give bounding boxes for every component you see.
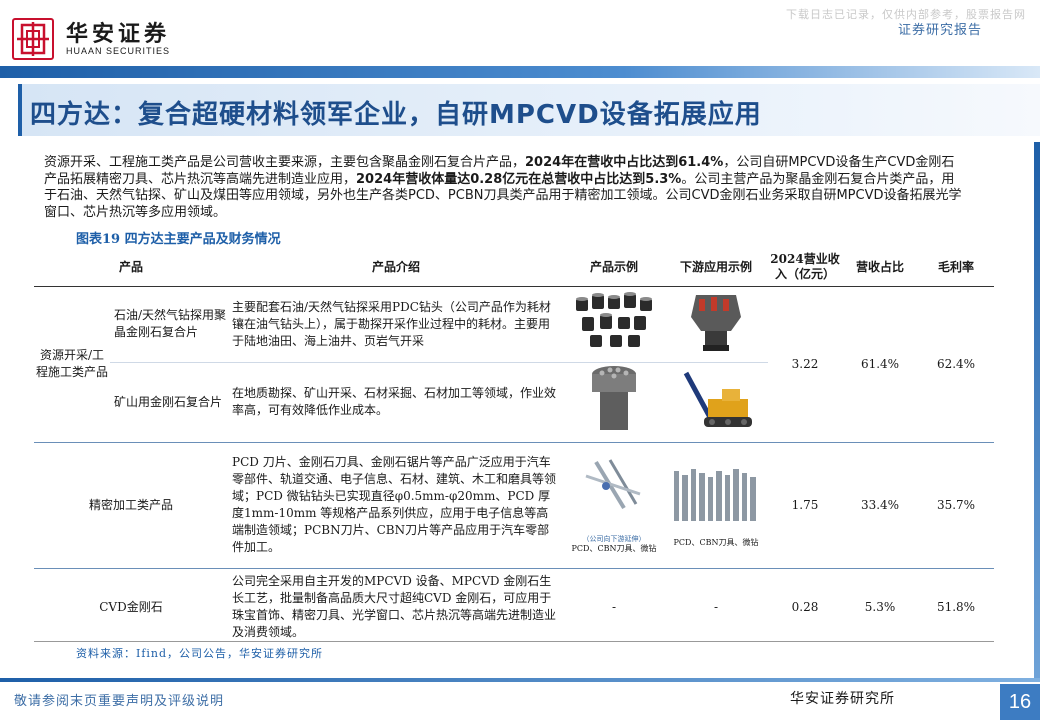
product-image-mining-bit: [564, 362, 664, 443]
pcd-tools-icon: [585, 459, 641, 510]
table-bottom-rule: [34, 641, 994, 642]
share-cell: 5.3%: [864, 599, 896, 614]
summary-paragraph: 资源开采、工程施工类产品是公司营收主要来源，主要包含聚晶金刚石复合片产品，202…: [44, 155, 964, 221]
drill-rig-icon: [683, 371, 752, 427]
revenue-cell: 1.75: [768, 442, 842, 569]
page-number: 16: [1000, 684, 1040, 720]
header-downstream: 下游应用示例: [664, 248, 768, 287]
margin-cell: 35.7%: [918, 442, 994, 569]
mining-bit-icon: [592, 365, 636, 430]
intro-cell: 主要配套石油/天然气钻探采用PDC钻头（公司产品作为耗材镶在油气钻头上），属于勘…: [228, 286, 564, 363]
table-header-row: 产品 产品介绍 产品示例 下游应用示例 2024营业收入（亿元） 营收占比 毛利…: [34, 248, 994, 287]
product-image-pcd-tools: （公司向下游延伸） PCD、CBN刀具、微钻: [564, 442, 664, 569]
share-cell: 33.4%: [842, 442, 918, 569]
page-title: 四方达：复合超硬材料领军企业，自研MPCVD设备拓展应用: [30, 100, 762, 130]
para-text-2: ，公司自研: [723, 155, 789, 170]
product-image-pdc: [564, 286, 664, 363]
subcategory-cell: 石油/天然气钻探用聚晶金刚石复合片: [110, 286, 228, 363]
downstream-image-cnc-tools: PCD、CBN刀具、微钻: [664, 442, 768, 569]
downstream-image-caption: PCD、CBN刀具、微钻: [673, 537, 759, 547]
logo-mark-icon: [17, 22, 49, 56]
para-text-1: 资源开采、工程施工类产品是公司营收主要来源，主要包含聚晶金刚石复合片产品，: [44, 155, 526, 170]
para-highlight-2: 2024年营收体量达0.28亿元在总营收中占比达到5.3%: [356, 171, 682, 187]
header-share: 营收占比: [842, 248, 918, 287]
revenue-cell: 3.22: [768, 286, 842, 443]
downstream-image-drill-rig: [664, 362, 768, 443]
header-margin: 毛利率: [918, 248, 994, 287]
brand-name-cn: 华安证券: [66, 21, 171, 47]
disclaimer-link[interactable]: 敬请参阅末页重要声明及评级说明: [14, 690, 224, 709]
header-intro: 产品介绍: [228, 248, 564, 287]
product-image-caption-1: （公司向下游延伸）: [582, 535, 646, 543]
pdc-cutters-icon: [576, 291, 652, 347]
header-example: 产品示例: [564, 248, 664, 287]
subcategory-cell: 矿山用金刚石复合片: [110, 362, 228, 443]
drill-bit-icon: [691, 294, 741, 351]
share-cell: 61.4%: [842, 286, 918, 443]
cnc-tools-icon: [674, 468, 756, 521]
header-product: 产品: [34, 248, 228, 287]
table-row: 资源开采/工程施工类产品 石油/天然气钻探用聚晶金刚石复合片 主要配套石油/天然…: [34, 286, 994, 443]
intro-cell: 在地质勘探、矿山开采、石材采掘、石材加工等领域，作业效率高，可有效降低作业成本。: [228, 362, 564, 443]
product-image-caption-2: PCD、CBN刀具、微钻: [571, 544, 657, 553]
company-logo: [12, 18, 54, 60]
product-financial-table: 产品 产品介绍 产品示例 下游应用示例 2024营业收入（亿元） 营收占比 毛利…: [34, 248, 994, 646]
table-row: CVD金刚石 公司完全采用自主开发的MPCVD 设备、MPCVD 金刚石生长工艺…: [34, 568, 994, 646]
example-cell: -: [611, 599, 617, 614]
margin-cell: 62.4%: [918, 286, 994, 443]
para-highlight-1: 2024年在营收中占比达到61.4%: [525, 155, 724, 170]
table-row: 精密加工类产品 PCD 刀片、金刚石刀具、金刚石锯片等产品广泛应用于汽车零部件、…: [34, 442, 994, 569]
figure-title: 图表19 四方达主要产品及财务情况: [76, 232, 281, 247]
source-note: 资料来源：Ifind，公司公告，华安证券研究所: [76, 647, 324, 660]
downstream-cell: -: [713, 599, 719, 614]
category-cell: CVD金刚石: [99, 599, 163, 614]
intro-cell: 公司完全采用自主开发的MPCVD 设备、MPCVD 金刚石生长工艺，批量制备高品…: [232, 574, 557, 640]
header-accent-bar: [0, 66, 1040, 78]
brand-name-en: HUAAN SECURITIES: [66, 46, 171, 56]
category-cell: 精密加工类产品: [34, 442, 228, 569]
margin-cell: 51.8%: [936, 599, 976, 614]
category-cell: 资源开采/工程施工类产品: [34, 286, 110, 443]
right-accent-bar: [1034, 142, 1040, 682]
footer-accent-bar: [0, 678, 1040, 682]
header-revenue: 2024营业收入（亿元）: [768, 248, 842, 287]
revenue-cell: 0.28: [791, 599, 819, 614]
downstream-image-drill-bit: [664, 286, 768, 363]
intro-cell: PCD 刀片、金刚石刀具、金刚石锯片等产品广泛应用于汽车零部件、轨道交通、电子信…: [228, 442, 564, 569]
footer-institute: 华安证券研究所: [790, 691, 895, 707]
report-type-label: 证券研究报告: [897, 23, 982, 38]
